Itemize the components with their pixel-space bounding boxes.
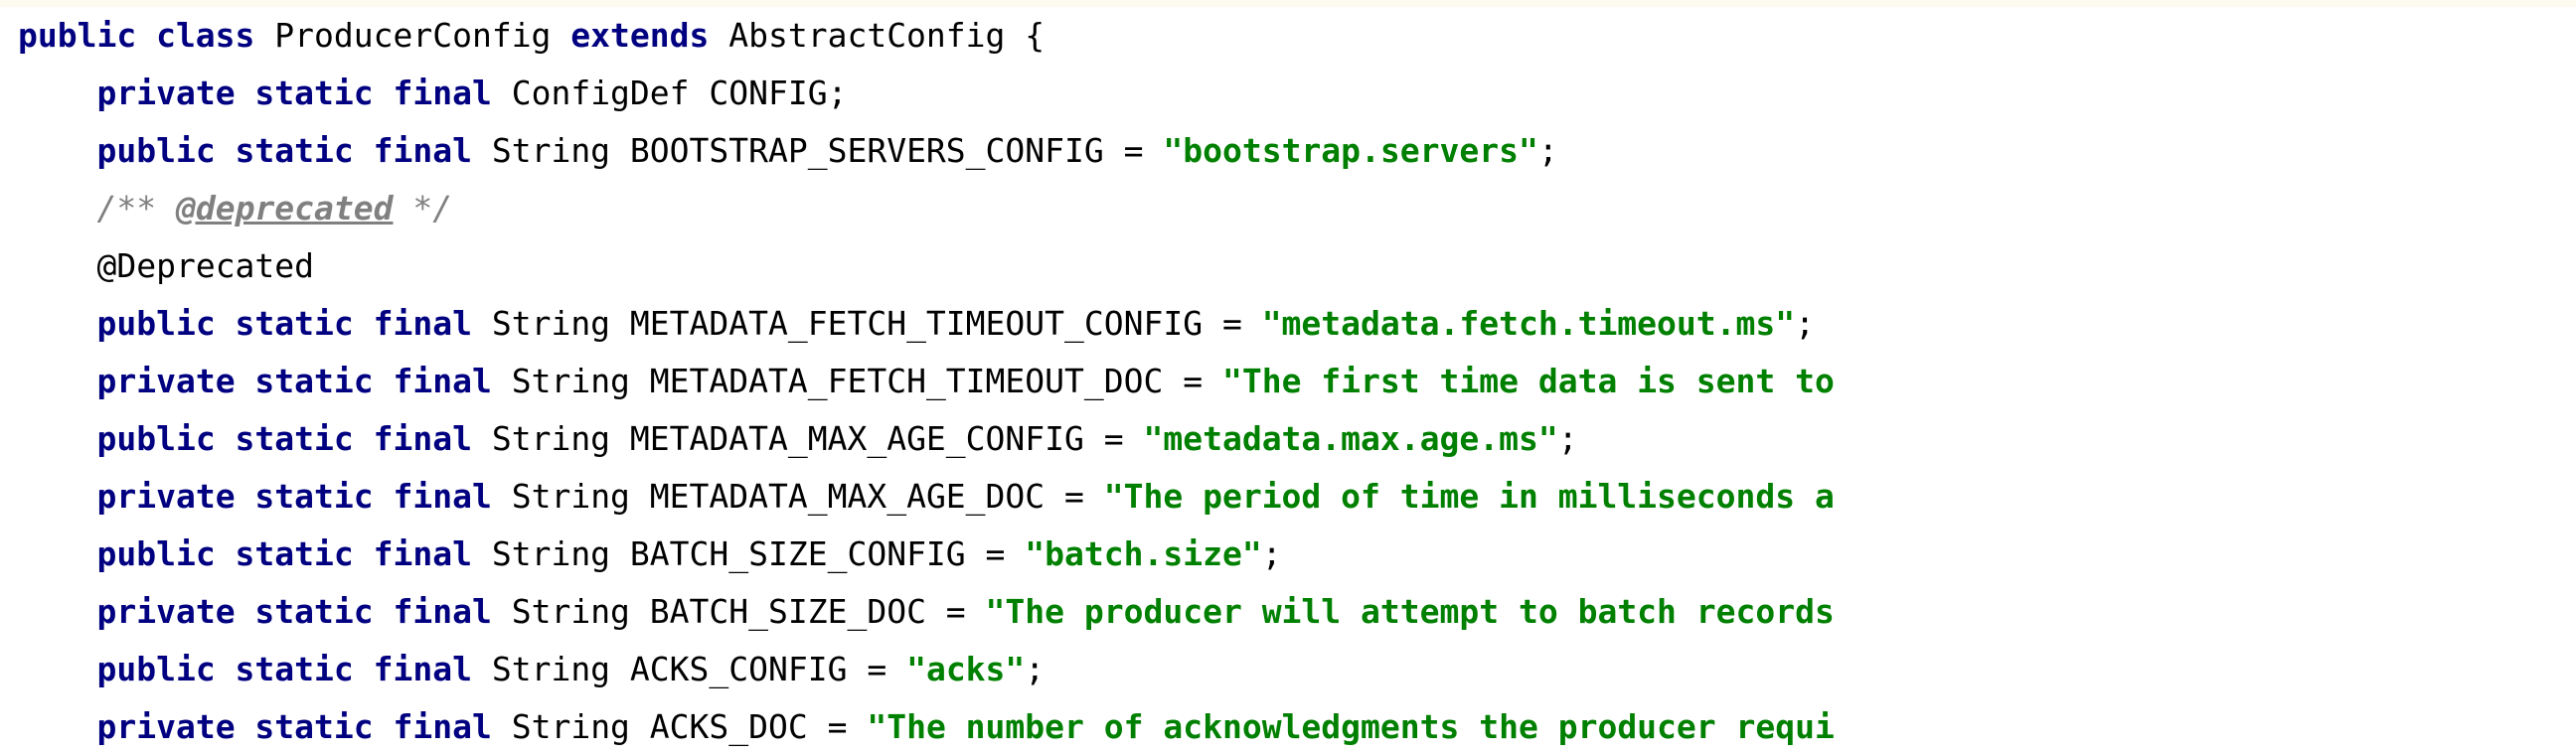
code-token-kw: public static final [96, 534, 492, 573]
code-line[interactable]: public static final String BOOTSTRAP_SER… [0, 122, 2576, 180]
code-token-str: "The first time data is sent to [1221, 362, 1835, 400]
code-token-str: "The producer will attempt to batch reco… [985, 592, 1835, 631]
code-line[interactable]: @Deprecated [0, 237, 2576, 295]
code-token-kw: extends [570, 16, 729, 55]
code-line[interactable]: public static final String ACKS_CONFIG =… [0, 641, 2576, 698]
code-line[interactable]: public static final String METADATA_FETC… [0, 295, 2576, 353]
code-token-plain: String METADATA_MAX_AGE_DOC = [511, 477, 1104, 516]
code-token-kw: public static final [96, 131, 492, 170]
code-token-plain: ConfigDef CONFIG; [511, 74, 848, 112]
code-token-kw: private static final [96, 707, 512, 746]
code-line[interactable]: private static final String METADATA_FET… [0, 353, 2576, 410]
code-token-plain: String BATCH_SIZE_DOC = [511, 592, 986, 631]
code-token-plain: ; [1795, 304, 1815, 343]
code-token-plain: AbstractConfig { [728, 16, 1046, 55]
code-token-plain: String ACKS_CONFIG = [491, 650, 907, 688]
code-token-plain: ProducerConfig [274, 16, 571, 55]
code-token-kw: private static final [96, 592, 512, 631]
code-block[interactable]: public class ProducerConfig extends Abst… [0, 7, 2576, 755]
code-token-plain: String METADATA_FETCH_TIMEOUT_DOC = [511, 362, 1222, 400]
code-token-kw: private static final [96, 362, 512, 400]
code-token-comment-tag: @deprecated [175, 189, 394, 227]
code-line[interactable]: /** @deprecated */ [0, 180, 2576, 237]
code-token-plain: ; [1537, 131, 1558, 170]
code-line[interactable]: private static final String BATCH_SIZE_D… [0, 583, 2576, 641]
code-token-str: "The period of time in milliseconds a [1103, 477, 1835, 516]
code-token-plain: ; [1025, 650, 1046, 688]
code-line[interactable]: public class ProducerConfig extends Abst… [0, 7, 2576, 65]
code-token-kw: private static final [96, 74, 512, 112]
code-token-plain: String BATCH_SIZE_CONFIG = [491, 534, 1026, 573]
code-token-kw: public static final [96, 419, 492, 458]
code-token-plain: String METADATA_MAX_AGE_CONFIG = [491, 419, 1144, 458]
code-line[interactable]: public static final String BATCH_SIZE_CO… [0, 526, 2576, 583]
code-token-str: "metadata.max.age.ms" [1143, 419, 1558, 458]
code-token-str: "batch.size" [1025, 534, 1262, 573]
code-token-str: "bootstrap.servers" [1163, 131, 1538, 170]
code-token-plain: String ACKS_DOC = [511, 707, 868, 746]
code-token-kw: public class [18, 16, 275, 55]
code-token-comment: */ [393, 189, 453, 227]
code-line[interactable]: private static final String METADATA_MAX… [0, 468, 2576, 526]
code-token-str: "acks" [906, 650, 1026, 688]
code-token-kw: public static final [96, 650, 492, 688]
code-token-kw: private static final [96, 477, 512, 516]
code-line[interactable]: private static final String ACKS_DOC = "… [0, 698, 2576, 755]
code-line[interactable]: public static final String METADATA_MAX_… [0, 410, 2576, 468]
top-strip [0, 0, 2576, 7]
code-token-str: "metadata.fetch.timeout.ms" [1261, 304, 1796, 343]
code-token-kw: public static final [96, 304, 492, 343]
code-token-annot: @Deprecated [96, 246, 315, 285]
code-token-plain: ; [1261, 534, 1282, 573]
code-token-str: "The number of acknowledgments the produ… [867, 707, 1835, 746]
code-token-plain: String METADATA_FETCH_TIMEOUT_CONFIG = [491, 304, 1262, 343]
code-token-plain: String BOOTSTRAP_SERVERS_CONFIG = [491, 131, 1164, 170]
code-screenshot: public class ProducerConfig extends Abst… [0, 0, 2576, 755]
code-token-plain: ; [1557, 419, 1578, 458]
code-token-comment: /** [96, 189, 176, 227]
code-line[interactable]: private static final ConfigDef CONFIG; [0, 65, 2576, 122]
